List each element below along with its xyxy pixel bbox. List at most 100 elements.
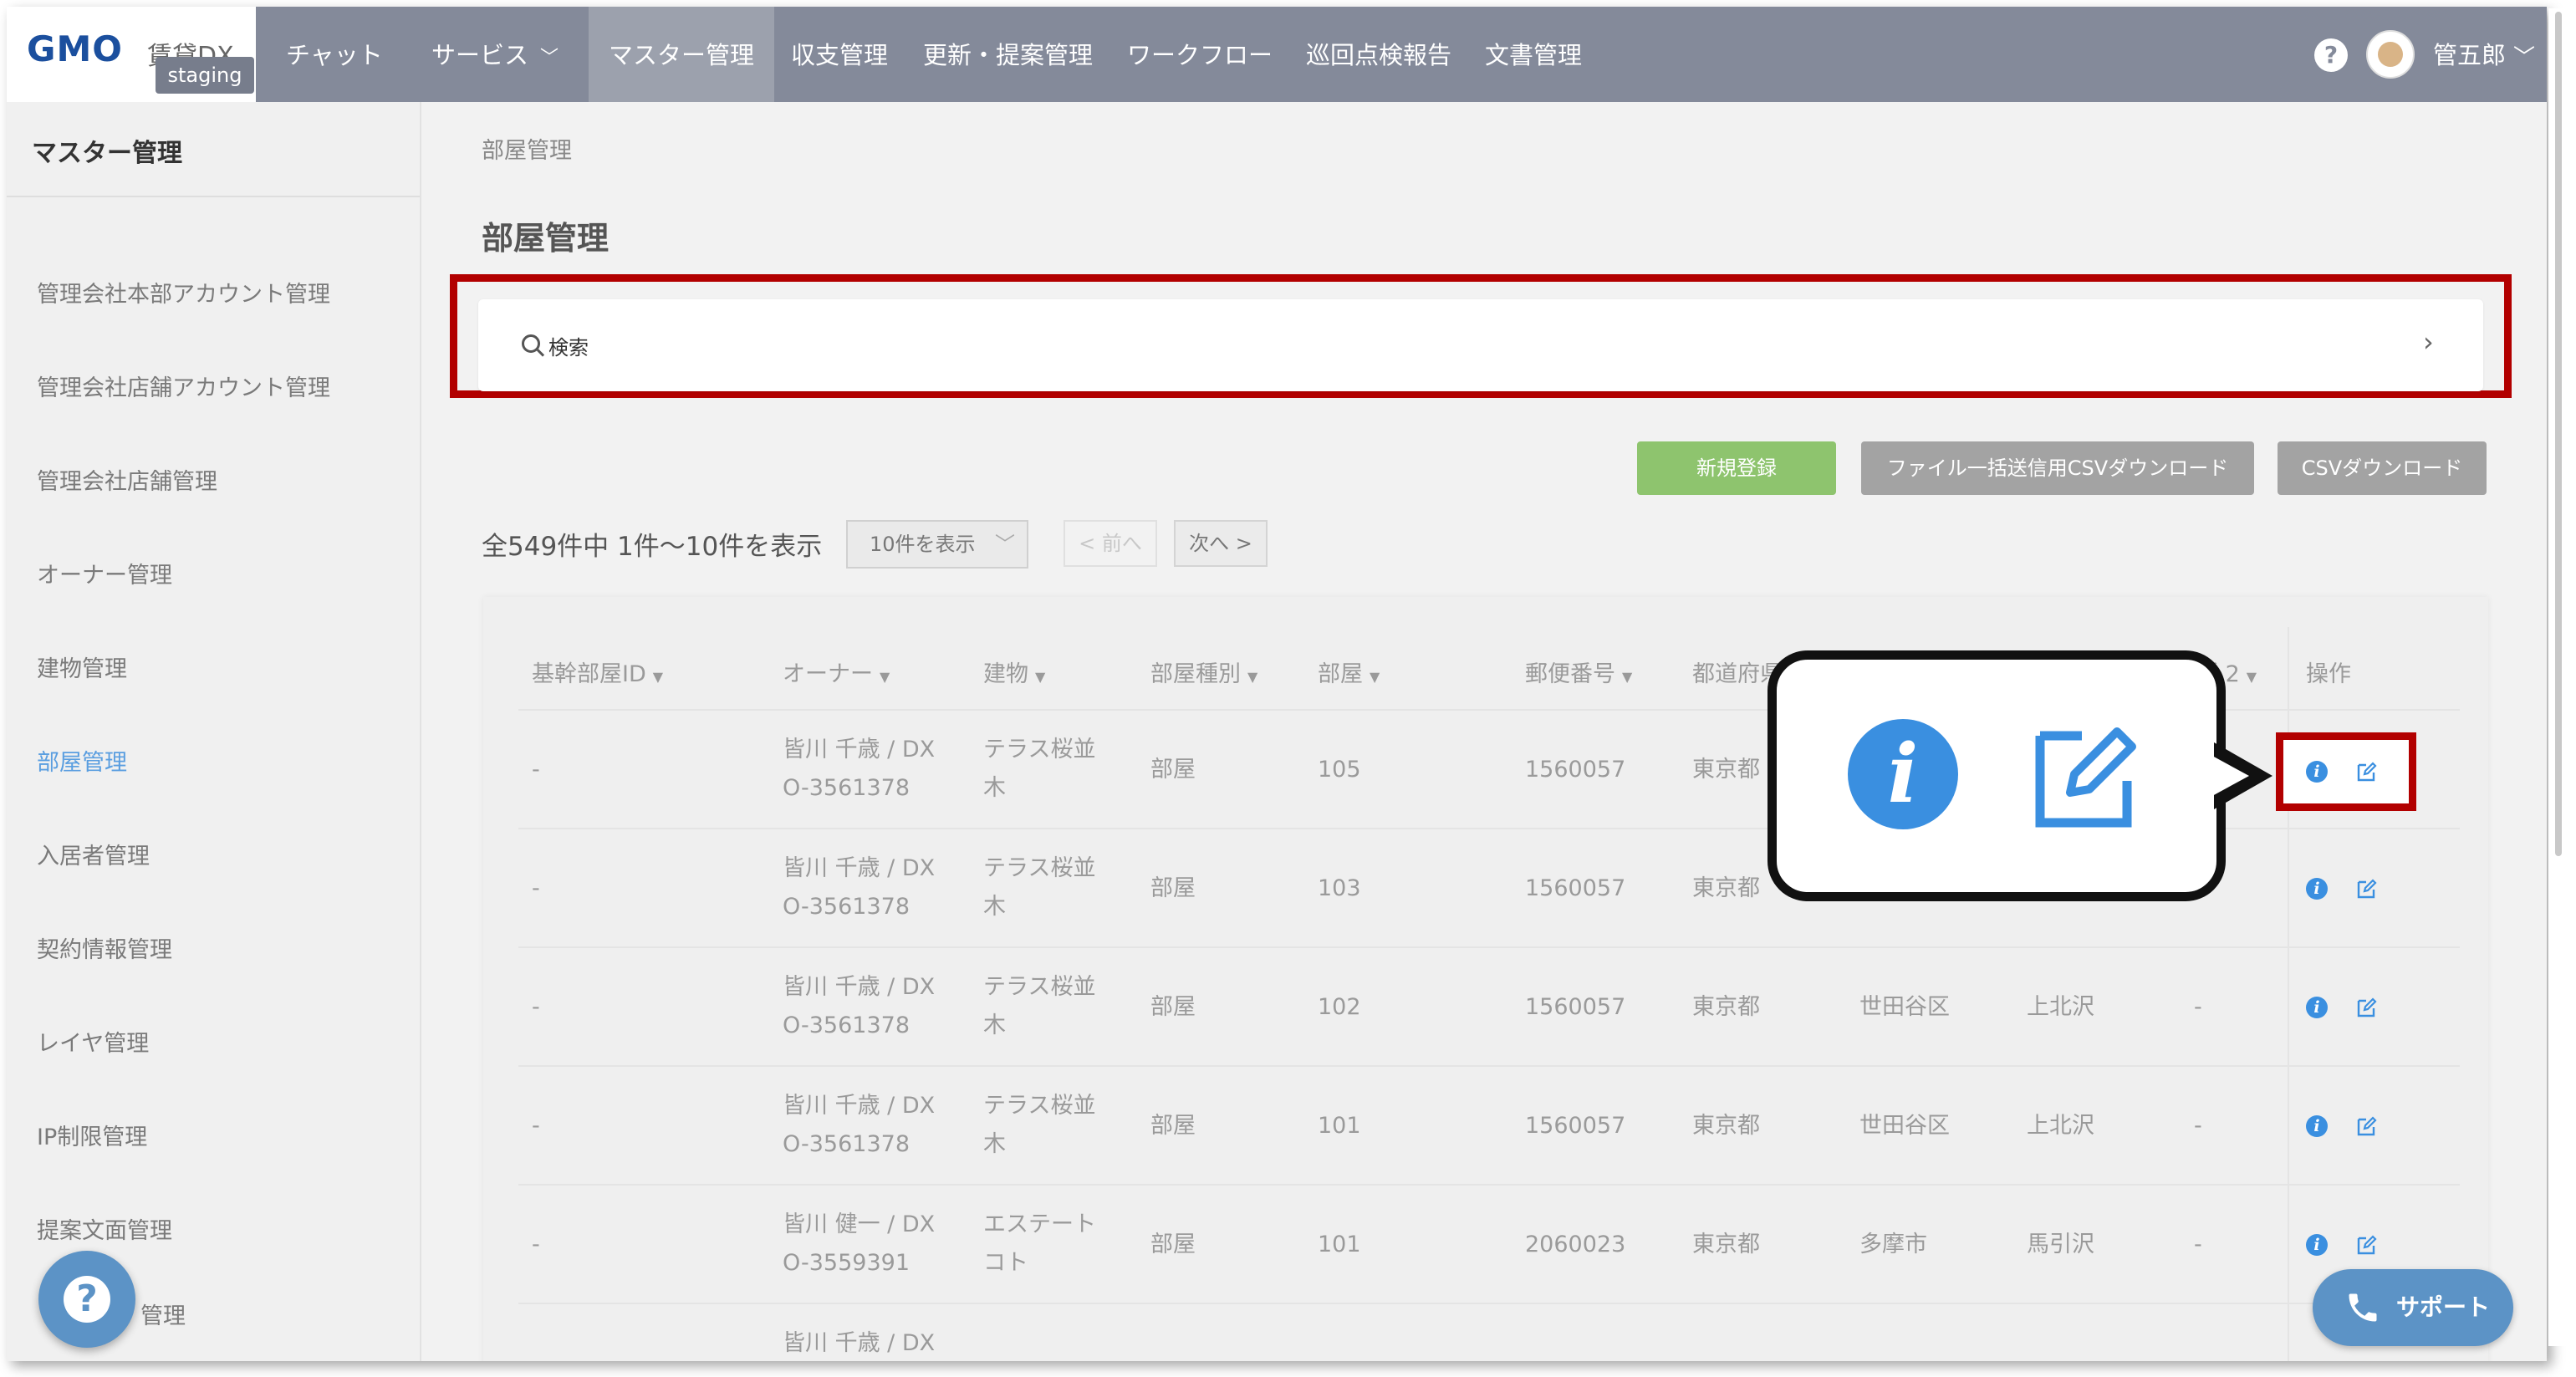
per-page-select[interactable]: 10件を表示 ﹀ [846,520,1028,569]
cell-prefecture: 東京都 [1692,994,1760,1020]
user-name[interactable]: 管五郎 [2433,7,2506,104]
nav-inspection[interactable]: 巡回点検報告 [1306,7,1451,102]
cell-building: テラス桜並 [983,737,1096,762]
scrollbar-thumb[interactable] [2555,12,2562,856]
info-icon: i [1848,719,1958,829]
sidebar-item-owners[interactable]: オーナー管理 [37,557,172,589]
cell-building: テラス桜並 [983,974,1096,1000]
info-icon[interactable]: i [2306,761,2328,783]
logo[interactable]: GMO 賃貸DX staging [7,7,256,102]
sort-icon: ▼ [2246,669,2257,685]
sort-icon: ▼ [880,669,890,685]
nav-renewal[interactable]: 更新・提案管理 [923,7,1093,102]
column-header-room-type[interactable]: 部屋種別 ▼ [1150,655,1257,688]
sidebar-item-store-accounts[interactable]: 管理会社店舗アカウント管理 [37,370,330,402]
cell-zip: 2060023 [1525,1232,1626,1257]
column-header-base-room-id[interactable]: 基幹部屋ID ▼ [532,655,663,688]
cell-building: テラス桜並 [983,855,1096,881]
column-header-owner[interactable]: オーナー ▼ [783,655,890,688]
result-count: 全549件中 1件〜10件を表示 [482,532,823,562]
column-header-room[interactable]: 部屋 ▼ [1318,655,1380,688]
edit-icon[interactable] [2356,997,2378,1018]
cell-city: 世田谷区 [1859,994,1950,1020]
cell-owner-code: O-3561378 [783,1012,910,1038]
column-header-label: オーナー [783,661,873,687]
cell-room: 105 [1318,757,1361,783]
sidebar-item-rooms[interactable]: 部屋管理 [37,744,127,777]
cell-room: 101 [1318,1113,1361,1139]
cell-building-cont: 木 [983,775,1006,801]
cell-room-type: 部屋 [1150,875,1196,901]
sidebar-item-layers[interactable]: レイヤ管理 [37,1025,149,1058]
nav-chat[interactable]: チャット [286,7,383,102]
edit-icon[interactable] [2356,1115,2378,1137]
csv-download-button[interactable]: CSVダウンロード [2278,441,2487,495]
nav-master[interactable]: マスター管理 [589,7,775,102]
cell-building-cont: 木 [983,894,1006,920]
new-register-button[interactable]: 新規登録 [1637,441,1836,495]
cell-address2: - [2194,1113,2202,1139]
chevron-right-icon[interactable]: › [2423,326,2434,358]
cell-owner-name: 皆川 千歳 / DX [783,737,936,762]
nav-finance[interactable]: 収支管理 [791,7,888,102]
sidebar-item-ip-restriction[interactable]: IP制限管理 [37,1119,147,1151]
sort-icon: ▼ [1370,669,1380,685]
column-header-label: 部屋 [1318,661,1363,687]
info-icon[interactable]: i [2306,1115,2328,1137]
column-header-zip[interactable]: 郵便番号 ▼ [1525,655,1632,688]
sidebar-item-tenants[interactable]: 入居者管理 [37,838,150,870]
search-label[interactable]: 検索 [548,331,589,360]
avatar[interactable] [2366,30,2415,79]
info-icon[interactable]: i [2306,878,2328,900]
divider [7,196,420,197]
cell-base-room-id: - [532,994,540,1020]
sort-icon: ▼ [1247,669,1258,685]
chevron-down-icon[interactable]: ﹀ [2513,40,2535,71]
chevron-down-icon: ﹀ [995,533,1015,556]
search-panel[interactable] [478,299,2483,391]
breadcrumb[interactable]: 部屋管理 [482,132,572,165]
sidebar-item-partial[interactable]: 管理 [140,1298,186,1330]
sidebar-item-contracts[interactable]: 契約情報管理 [37,931,172,964]
cell-room-type: 部屋 [1150,1232,1196,1257]
edit-icon[interactable] [2356,878,2378,900]
column-header-label: 部屋種別 [1150,661,1241,687]
sidebar-item-proposal-text[interactable]: 提案文面管理 [37,1212,172,1245]
info-icon[interactable]: i [2306,1234,2328,1256]
sidebar-item-buildings[interactable]: 建物管理 [37,650,127,683]
cell-prefecture: 東京都 [1692,1232,1760,1257]
callout-bubble [1767,650,2226,901]
cell-base-room-id: - [532,875,540,901]
cell-zip: 1560057 [1525,994,1626,1020]
logo-text: GMO [27,28,123,69]
page-title: 部屋管理 [482,220,610,257]
bulk-file-csv-download-button[interactable]: ファイル一括送信用CSVダウンロード [1861,441,2254,495]
prev-page-button[interactable]: < 前へ [1064,520,1157,567]
app-window: GMO 賃貸DX staging チャット サービス﹀ マスター管理 収支管理 … [7,7,2547,1361]
edit-icon[interactable] [2356,761,2378,783]
cell-base-room-id: - [532,1232,540,1257]
cell-address1: 馬引沢 [2027,1232,2094,1257]
cell-room: 101 [1318,1232,1361,1257]
help-icon[interactable]: ? [2314,38,2348,72]
nav-service[interactable]: サービス ﹀ [431,7,559,102]
cell-room: 102 [1318,994,1361,1020]
nav-workflow[interactable]: ワークフロー [1127,7,1273,102]
sidebar-item-stores[interactable]: 管理会社店舗管理 [37,463,217,496]
column-header-building[interactable]: 建物 ▼ [983,655,1045,688]
environment-badge: staging [156,57,254,94]
cell-owner-code: O-3559391 [783,1250,910,1276]
cell-building-cont: コト [983,1250,1028,1276]
info-icon[interactable]: i [2306,997,2328,1018]
cell-room-type: 部屋 [1150,757,1196,783]
edit-icon[interactable] [2356,1234,2378,1256]
edit-icon [2035,727,2136,828]
cell-owner-code: O-3561378 [783,775,910,801]
cell-building: エステート [983,1211,1096,1237]
support-button[interactable]: サポート [2313,1269,2513,1346]
nav-documents[interactable]: 文書管理 [1485,7,1582,102]
sidebar-item-hq-accounts[interactable]: 管理会社本部アカウント管理 [37,276,330,309]
cell-base-room-id: - [532,1113,540,1139]
help-fab[interactable]: ? [38,1251,135,1348]
next-page-button[interactable]: 次へ > [1174,520,1268,567]
